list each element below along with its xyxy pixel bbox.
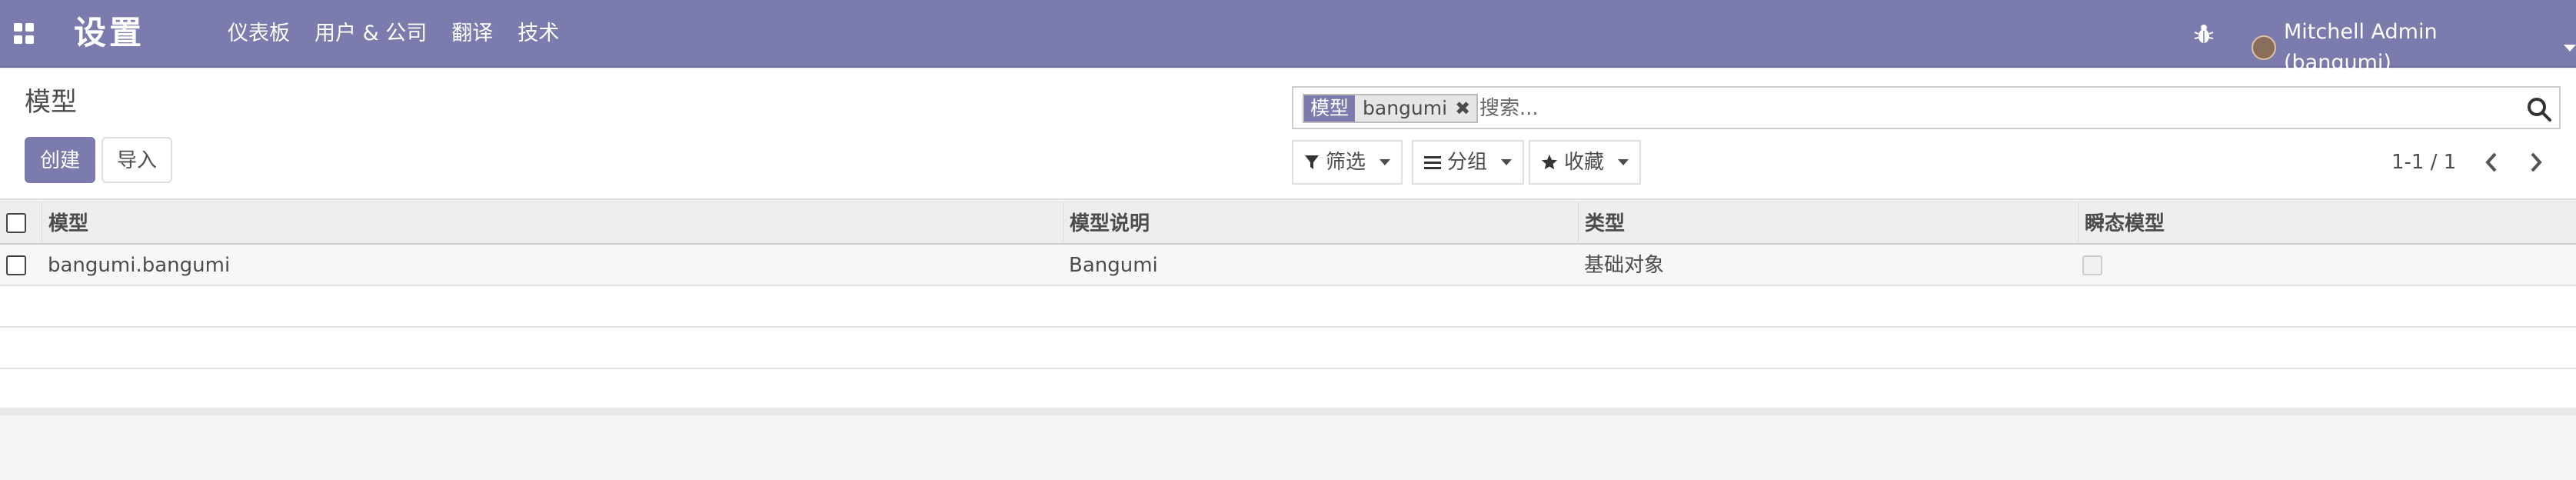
chevron-down-icon bbox=[1618, 159, 1629, 165]
favorites-label: 收藏 bbox=[1564, 151, 1605, 174]
cell-type: 基础对象 bbox=[1584, 254, 1665, 277]
cell-description: Bangumi bbox=[1069, 254, 1158, 277]
empty-row bbox=[0, 286, 2576, 328]
column-header-model[interactable]: 模型 bbox=[42, 202, 1063, 245]
breadcrumb: 模型 bbox=[25, 87, 77, 118]
empty-row bbox=[0, 328, 2576, 369]
groupby-dropdown[interactable]: 分组 bbox=[1412, 140, 1525, 185]
import-button[interactable]: 导入 bbox=[102, 137, 173, 183]
search-bar: 模型 bangumi ✖ bbox=[1292, 86, 2561, 129]
top-navbar: 设置 仪表板 用户 & 公司 翻译 技术 Mitchell Admin (ban… bbox=[0, 0, 2576, 75]
filters-dropdown[interactable]: 筛选 bbox=[1292, 140, 1403, 185]
menu-item-translations[interactable]: 翻译 bbox=[451, 18, 493, 49]
chevron-right-icon[interactable] bbox=[2524, 149, 2547, 175]
row-select-checkbox[interactable] bbox=[6, 255, 26, 275]
app-title[interactable]: 设置 bbox=[74, 9, 145, 57]
favorites-dropdown[interactable]: 收藏 bbox=[1529, 140, 1642, 185]
menu-item-dashboard[interactable]: 仪表板 bbox=[228, 18, 290, 49]
apps-menu-icon[interactable] bbox=[14, 23, 35, 45]
search-facet-value: bangumi bbox=[1355, 95, 1456, 122]
transient-checkbox bbox=[2082, 255, 2102, 275]
table-header: 模型 模型说明 类型 瞬态模型 bbox=[0, 202, 2576, 245]
chevron-down-icon bbox=[2564, 44, 2576, 52]
cell-model: bangumi.bangumi bbox=[48, 254, 231, 277]
chevron-left-icon[interactable] bbox=[2481, 149, 2504, 175]
search-facet-key: 模型 bbox=[1304, 95, 1356, 122]
search-icon[interactable] bbox=[2525, 95, 2553, 123]
table-footer bbox=[0, 408, 2576, 415]
filter-icon bbox=[1305, 155, 1319, 169]
menu-item-technical[interactable]: 技术 bbox=[518, 18, 559, 49]
main-menu: 仪表板 用户 & 公司 翻译 技术 bbox=[228, 18, 559, 49]
groupby-label: 分组 bbox=[1447, 151, 1488, 174]
chevron-down-icon bbox=[1380, 159, 1391, 165]
filters-label: 筛选 bbox=[1326, 151, 1366, 174]
create-button[interactable]: 创建 bbox=[25, 137, 96, 183]
search-facet: 模型 bangumi ✖ bbox=[1303, 94, 1479, 123]
user-avatar bbox=[2252, 35, 2276, 60]
empty-row bbox=[0, 369, 2576, 411]
chevron-down-icon bbox=[1501, 159, 1513, 165]
column-header-type[interactable]: 类型 bbox=[1578, 202, 2078, 245]
pager-value[interactable]: 1-1 / 1 bbox=[2391, 143, 2456, 182]
table-row[interactable]: bangumi.bangumi Bangumi 基础对象 bbox=[0, 245, 2576, 286]
control-panel: 模型 创建 导入 模型 bangumi ✖ 筛选 分组 收藏 1-1 / 1 bbox=[0, 69, 2576, 200]
column-header-description[interactable]: 模型说明 bbox=[1063, 202, 1578, 245]
debug-bug-icon[interactable] bbox=[2193, 22, 2215, 46]
remove-facet-icon[interactable]: ✖ bbox=[1455, 95, 1477, 122]
search-input[interactable] bbox=[1479, 94, 2402, 123]
menu-item-users-companies[interactable]: 用户 & 公司 bbox=[315, 18, 427, 49]
star-icon bbox=[1541, 154, 1558, 170]
select-all-checkbox[interactable] bbox=[6, 213, 26, 233]
column-header-transient[interactable]: 瞬态模型 bbox=[2078, 202, 2576, 245]
list-icon bbox=[1424, 156, 1441, 169]
list-view-table: 模型 模型说明 类型 瞬态模型 bangumi.bangumi Bangumi … bbox=[0, 202, 2576, 411]
